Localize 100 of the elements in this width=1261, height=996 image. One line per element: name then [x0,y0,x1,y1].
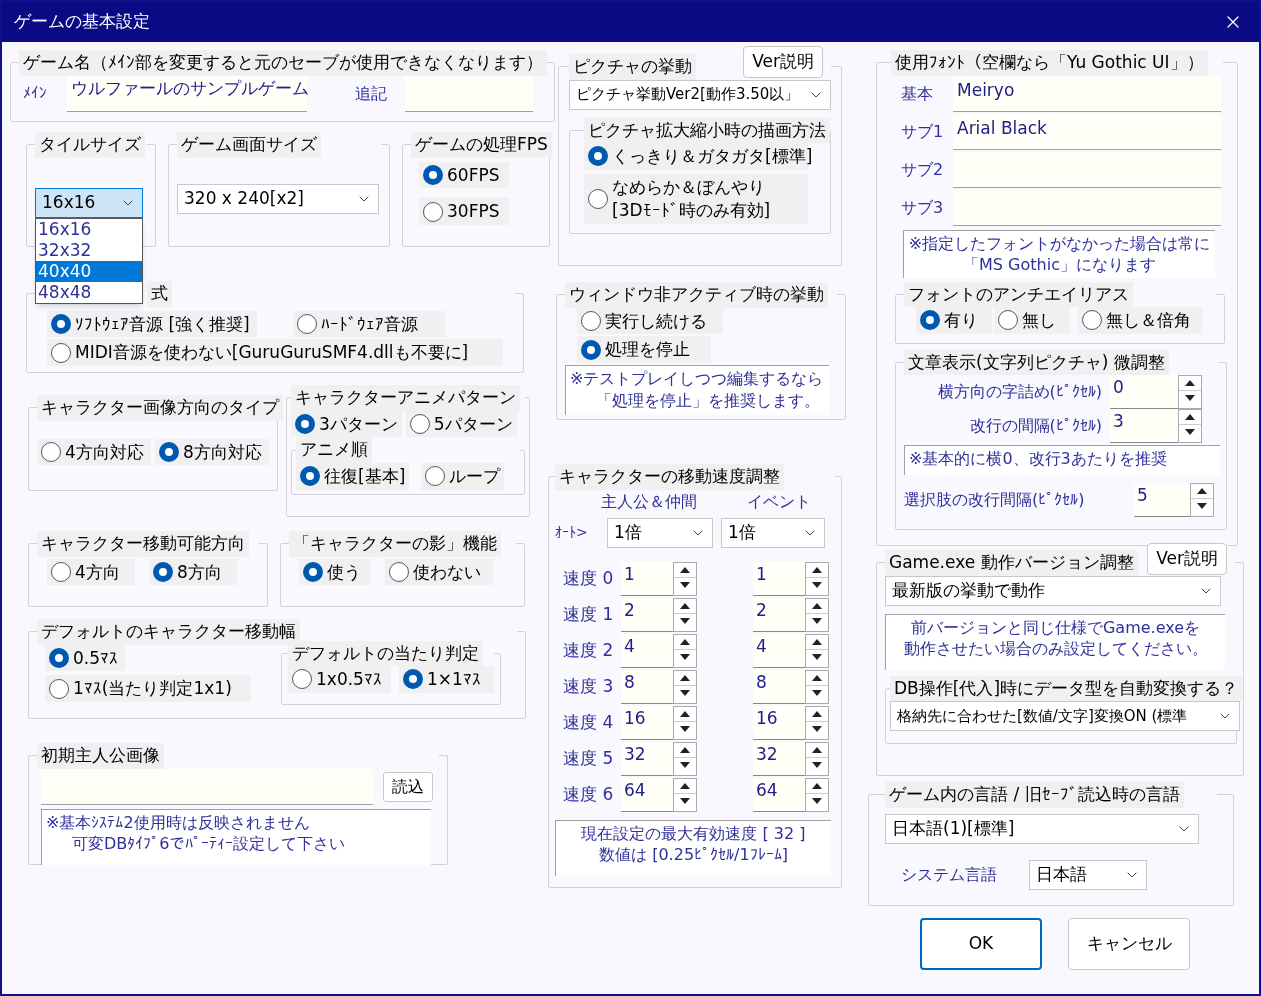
dropdown[interactable]: 1倍 [607,517,713,548]
column-header: イベント [747,490,811,513]
field-label: サブ1 [900,120,945,143]
group-title: ゲーム画面サイズ [177,132,321,158]
note-text: ※基本ｼｽﾃﾑ2使用時は反映されません 可変DBﾀｲﾌﾟ6でﾊﾟｰﾃｨｰ設定して下さい [41,808,431,865]
row-label: 速度 4 [562,710,615,734]
number-field[interactable]: 32 [621,741,673,776]
dropdown[interactable]: 日本語 [1029,859,1147,890]
group-title: アニメ順 [296,437,372,463]
dropdown-option[interactable]: 32x32 [36,239,142,261]
radio-option[interactable]: 60FPS [419,161,509,189]
group-title: デフォルトの当たり判定 [288,640,483,666]
radio-option[interactable]: 処理を停止 [577,336,711,364]
note-text: ※基本的に横0、改行3あたりを推奨 [904,445,1220,475]
radio-option[interactable]: MIDI音源を使わない[GuruGuruSMF4.dllも不要に] [47,339,503,367]
text-field[interactable]: Arial Black [953,113,1221,150]
radio-option[interactable]: なめらか＆ぼんやり [3Dﾓｰﾄﾞ時のみ有効] [584,173,808,224]
group-title: フォントのアンチエイリアス [904,281,1133,307]
group-title: キャラクター移動可能方向 [37,531,249,557]
field-label: 基本 [900,82,934,105]
radio-option[interactable]: 3パターン [291,410,402,438]
field-label: 横方向の字詰め(ﾋﾟｸｾﾙ) [936,381,1103,403]
number-field[interactable]: 4 [621,633,673,668]
radio-option[interactable]: 有り [916,307,992,334]
radio-option[interactable]: 1ﾏｽ(当たり判定1x1) [45,675,251,703]
number-field[interactable]: 3 [1110,409,1178,443]
radio-option[interactable]: 実行し続ける [577,307,723,335]
group-title: タイルサイズ [35,132,145,158]
radio-option[interactable]: 5パターン [405,410,517,438]
window-title: ゲームの基本設定 [14,10,150,34]
field-label: サブ3 [900,196,945,219]
row-label: 速度 1 [562,602,615,626]
number-field[interactable]: 8 [753,669,805,704]
ok-button[interactable]: OK [920,918,1042,970]
dropdown-option[interactable]: 48x48 [36,281,142,303]
radio-option[interactable]: 30FPS [419,198,509,226]
number-field[interactable]: 1 [621,561,673,596]
number-field[interactable]: 64 [621,777,673,812]
number-field[interactable]: 0 [1110,375,1178,409]
number-field[interactable]: 8 [621,669,673,704]
row-label: 速度 5 [562,746,615,770]
number-field[interactable]: 5 [1134,483,1190,517]
dropdown[interactable]: 最新版の挙動で動作 [885,575,1221,606]
cancel-button[interactable]: キャンセル [1068,918,1190,970]
radio-option[interactable]: ループ [421,462,505,490]
text-field[interactable]: Meiryo [953,75,1221,112]
dropdown-option[interactable]: 40x40 [36,260,142,282]
dropdown-option[interactable]: 16x16 [36,218,142,240]
row-label: 速度 6 [562,782,615,806]
group-title: キャラクターの移動速度調整 [555,464,784,490]
number-field[interactable]: 1 [753,561,805,596]
note-text: 前バージョンと同じ仕様でGame.exeを 動作させたい場合のみ設定してください。 [885,613,1225,670]
number-field[interactable]: 4 [753,633,805,668]
dropdown[interactable]: 1倍 [721,517,825,548]
number-field[interactable]: 16 [753,705,805,740]
field-label: ｵｰﾄ> [555,523,589,542]
load-button[interactable]: 読込 [383,771,433,802]
ver-button[interactable]: Ver説明 [1147,542,1227,575]
group-title: 「キャラクターの影」機能 [289,531,501,557]
radio-option[interactable]: 1×1ﾏｽ [398,666,494,693]
number-field[interactable]: 2 [621,597,673,632]
radio-option[interactable]: ｿﾌﾄｳｪｱ音源 [強く推奨] [47,310,257,338]
dropdown[interactable]: 格納先に合わせた[数値/文字]変換ON (標準 [890,701,1240,731]
field-label: サブ2 [900,158,945,181]
note-text: 現在設定の最大有効速度 [ 32 ] 数値は [0.25ﾋﾟｸｾﾙ/1ﾌﾚｰﾑ] [555,819,831,876]
number-field[interactable]: 32 [753,741,805,776]
group-title: ゲーム内の言語 / 旧ｾｰﾌﾞ読込時の言語 [885,782,1184,808]
group-title: ピクチャ拡大縮小時の描画方法 [584,117,830,143]
radio-option[interactable]: 8方向 [149,558,237,586]
text-field[interactable]: ウルファールのサンプルゲーム [67,75,307,112]
field-label: 改行の間隔(ﾋﾟｸｾﾙ) [968,415,1103,437]
radio-option[interactable]: 4方向 [47,558,135,586]
note-text: ※指定したフォントがなかった場合は常に 「MS Gothic」になります [903,229,1215,278]
radio-option[interactable]: ﾊｰﾄﾞｳｪｱ音源 [293,310,445,338]
dropdown[interactable]: ピクチャ挙動Ver2[動作3.50以」 [569,79,831,110]
radio-option[interactable]: 4方向対応 [37,438,151,466]
group-title: DB操作[代入]時にデータ型を自動変換する？ [890,675,1243,701]
dropdown[interactable]: 16x16 [35,187,143,218]
ver-button[interactable]: Ver説明 [743,45,823,78]
number-field[interactable]: 16 [621,705,673,740]
radio-option[interactable]: 往復[基本] [296,462,410,490]
row-label: 速度 3 [562,674,615,698]
radio-option[interactable]: 8方向対応 [155,438,269,466]
field-label: システム言語 [900,863,997,886]
radio-option[interactable]: 0.5ﾏｽ [45,644,125,672]
field-label: 選択肢の改行間隔(ﾋﾟｸｾﾙ) [904,489,1086,511]
dropdown[interactable]: 日本語(1)[標準] [885,813,1199,844]
dropdown[interactable]: 320 x 240[x2] [177,183,379,214]
row-label: 速度 0 [562,566,615,590]
radio-option[interactable]: 1x0.5ﾏｽ [288,666,391,693]
group-title: 文章表示(文字列ピクチャ) 微調整 [904,349,1169,375]
radio-option[interactable]: 無し＆倍角 [1078,307,1202,334]
group-title: ゲームの処理FPS [411,132,552,158]
number-field[interactable]: 2 [753,597,805,632]
radio-option[interactable]: 使わない [385,558,493,586]
radio-option[interactable]: 使う [299,558,371,586]
number-field[interactable]: 64 [753,777,805,812]
field-label: ﾒｲﾝ [22,83,48,105]
radio-option[interactable]: 無し [994,307,1070,334]
column-header: 主人公＆仲間 [601,490,697,513]
